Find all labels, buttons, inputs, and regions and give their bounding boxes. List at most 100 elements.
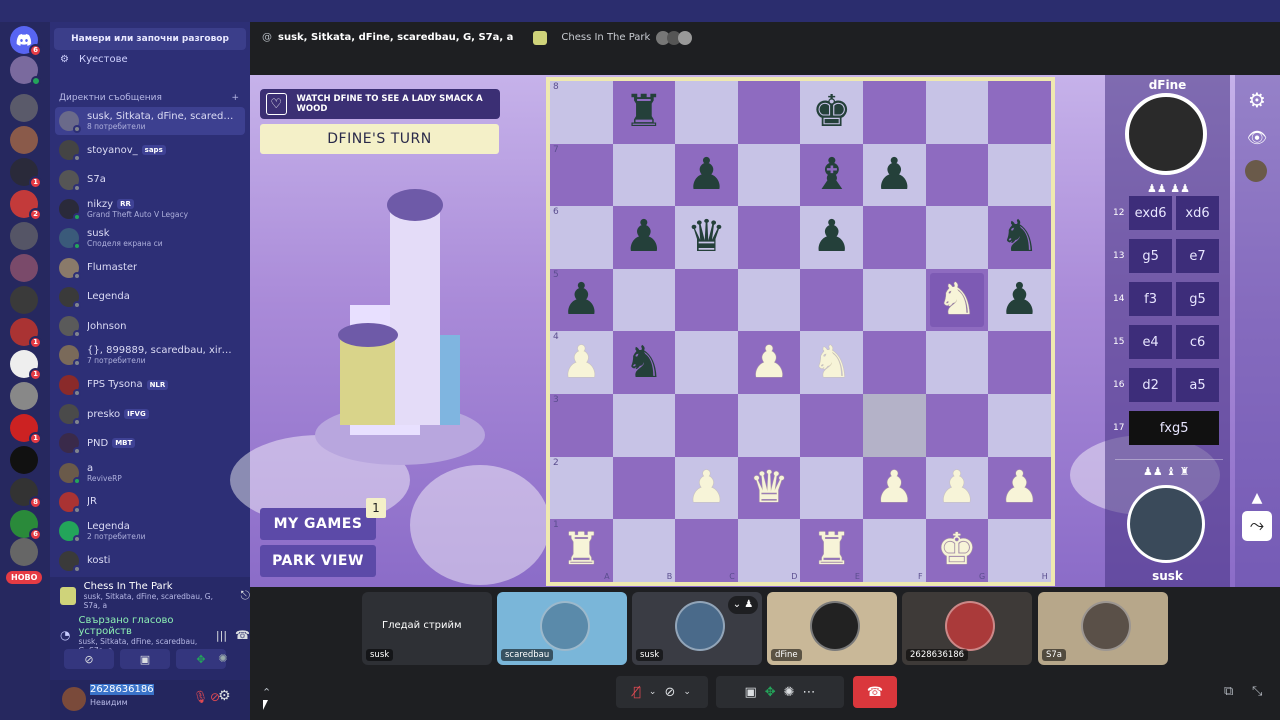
board-square[interactable] — [988, 331, 1051, 394]
board-square[interactable]: 4 ♟ — [550, 331, 613, 394]
white-piece[interactable]: ♟ — [875, 465, 914, 510]
black-piece[interactable]: ♞ — [1000, 215, 1039, 259]
board-square[interactable] — [612, 456, 676, 520]
soundboard-icon[interactable]: ✺ — [784, 685, 795, 700]
discord-home-icon[interactable]: 6 — [10, 26, 42, 57]
black-piece[interactable]: ♟ — [687, 152, 726, 197]
board-square[interactable] — [612, 143, 676, 207]
white-move[interactable]: g5 — [1129, 239, 1173, 273]
board-square[interactable] — [862, 268, 926, 332]
share-screen-button[interactable]: ▣ — [120, 649, 170, 669]
board-square[interactable]: 3 — [550, 393, 613, 457]
board-square[interactable]: B — [612, 519, 676, 582]
black-move[interactable]: xd6 — [1176, 196, 1220, 230]
board-square[interactable] — [675, 331, 738, 394]
board-square[interactable] — [925, 393, 989, 457]
black-piece[interactable]: ♟ — [1000, 278, 1039, 322]
more-icon[interactable]: ⋯ — [803, 685, 816, 700]
board-square[interactable] — [862, 81, 926, 144]
park-view-button[interactable]: PARK VIEW — [260, 545, 376, 577]
server-icon[interactable]: 1 — [10, 158, 42, 189]
board-square[interactable]: ♞ — [988, 206, 1051, 269]
activity-grid-icon[interactable]: ✥ — [765, 685, 776, 700]
screen-share-icon[interactable]: ▣ — [744, 685, 756, 700]
camera-off-icon[interactable]: ⊘ — [664, 685, 675, 700]
white-move[interactable]: e4 — [1129, 325, 1173, 359]
board-square[interactable]: ♞ — [925, 268, 989, 332]
board-square[interactable]: 2 — [550, 456, 613, 520]
white-move[interactable]: d2 — [1129, 368, 1173, 402]
server-icon[interactable] — [10, 538, 38, 566]
black-piece[interactable]: ♟ — [812, 215, 851, 259]
board-square[interactable]: ♟ — [675, 456, 738, 520]
dm-item[interactable]: PND MBT — [55, 429, 245, 457]
white-piece[interactable]: ♚ — [937, 528, 976, 572]
mic-muted-icon[interactable]: 🎙̸ — [633, 685, 641, 700]
white-piece[interactable]: ♟ — [562, 340, 601, 385]
board-square[interactable]: ♟ — [988, 456, 1051, 520]
board-square[interactable] — [737, 81, 801, 144]
board-square[interactable]: ♜ — [612, 81, 676, 144]
board-square[interactable]: ♝ — [800, 143, 863, 207]
server-icon[interactable]: 1 — [10, 350, 42, 381]
white-piece[interactable]: ♟ — [749, 340, 788, 385]
chess-board[interactable]: 8 ♜ ♚ 7 ♟ ♝ ♟ 6 ♟ ♛ ♟ ♞ 5 ♟ ♞ ♟ 4 ♟ ♞ ♟ ♞ 3 2 ♟ ♛ ♟ ♟ ♟ 1 A ♜ B C D E ♜ F G ♚ H — [546, 77, 1055, 586]
dm-item[interactable]: Legenda — [55, 283, 245, 311]
board-square[interactable]: E ♜ — [800, 519, 863, 582]
disconnect-icon[interactable]: ☎ — [235, 628, 250, 642]
board-square[interactable]: ♟ — [862, 143, 926, 207]
server-icon[interactable] — [10, 286, 38, 314]
white-piece[interactable]: ♞ — [937, 278, 976, 322]
server-icon[interactable]: 6 — [10, 510, 42, 541]
activity-name[interactable]: Chess In The Park — [561, 32, 650, 43]
white-piece[interactable]: ♜ — [812, 528, 851, 572]
black-piece[interactable]: ♞ — [624, 340, 663, 385]
board-square[interactable]: G ♚ — [925, 519, 989, 582]
quests-link[interactable]: ⚙ Куестове — [60, 54, 128, 65]
board-square[interactable]: 7 — [550, 143, 613, 207]
black-move[interactable]: a5 — [1176, 368, 1220, 402]
black-piece[interactable]: ♟ — [875, 152, 914, 197]
move-row[interactable]: 14 f3 g5 — [1113, 281, 1223, 317]
board-square[interactable]: F — [862, 519, 926, 582]
spectator-avatar[interactable] — [1245, 160, 1267, 182]
black-piece[interactable]: ♟ — [562, 278, 601, 322]
server-icon[interactable] — [10, 94, 38, 122]
participant-tile[interactable]: Гледай стрийм susk — [362, 592, 492, 665]
board-square[interactable] — [737, 206, 801, 269]
dm-item[interactable]: S7a — [55, 166, 245, 194]
board-square[interactable]: ♞ — [612, 331, 676, 394]
board-square[interactable]: ♚ — [800, 81, 863, 144]
black-piece[interactable]: ♜ — [624, 90, 663, 134]
board-square[interactable]: ♟ — [675, 143, 738, 207]
server-icon[interactable]: 1 — [10, 414, 42, 445]
white-piece[interactable]: ♛ — [749, 465, 788, 510]
move-row[interactable]: 15 e4 c6 — [1113, 324, 1223, 360]
dm-item[interactable]: stoyanov_ saps — [55, 136, 245, 164]
board-square[interactable]: ♟ — [862, 456, 926, 520]
move-row[interactable]: 12 exd6 xd6 — [1113, 195, 1223, 231]
server-icon[interactable]: 2 — [10, 190, 42, 221]
dm-item[interactable]: Flumaster — [55, 254, 245, 282]
board-square[interactable]: D — [737, 519, 801, 582]
popout-icon[interactable]: ⧉ — [1224, 684, 1233, 699]
server-icon[interactable] — [10, 222, 38, 250]
white-move[interactable]: fxg5 — [1129, 411, 1219, 445]
board-square[interactable] — [612, 268, 676, 332]
board-square[interactable]: ♛ — [675, 206, 738, 269]
board-square[interactable]: ♟ — [925, 456, 989, 520]
board-square[interactable]: ♟ — [988, 268, 1051, 332]
my-games-button[interactable]: MY GAMES — [260, 508, 376, 540]
board-square[interactable] — [800, 456, 863, 520]
black-piece[interactable]: ♛ — [687, 215, 726, 259]
black-piece[interactable]: ♝ — [812, 152, 851, 197]
participant-tile[interactable]: scaredbau — [497, 592, 627, 665]
board-square[interactable]: ♞ — [800, 331, 863, 394]
black-piece[interactable]: ♟ — [624, 215, 663, 259]
move-row[interactable]: 13 g5 e7 — [1113, 238, 1223, 274]
top-player-avatar[interactable] — [1125, 93, 1207, 175]
chevron-up-icon[interactable]: ▲ — [1242, 483, 1272, 513]
dm-item[interactable]: JR — [55, 488, 245, 516]
server-icon[interactable]: 1 — [10, 318, 42, 349]
board-square[interactable]: C — [675, 519, 738, 582]
